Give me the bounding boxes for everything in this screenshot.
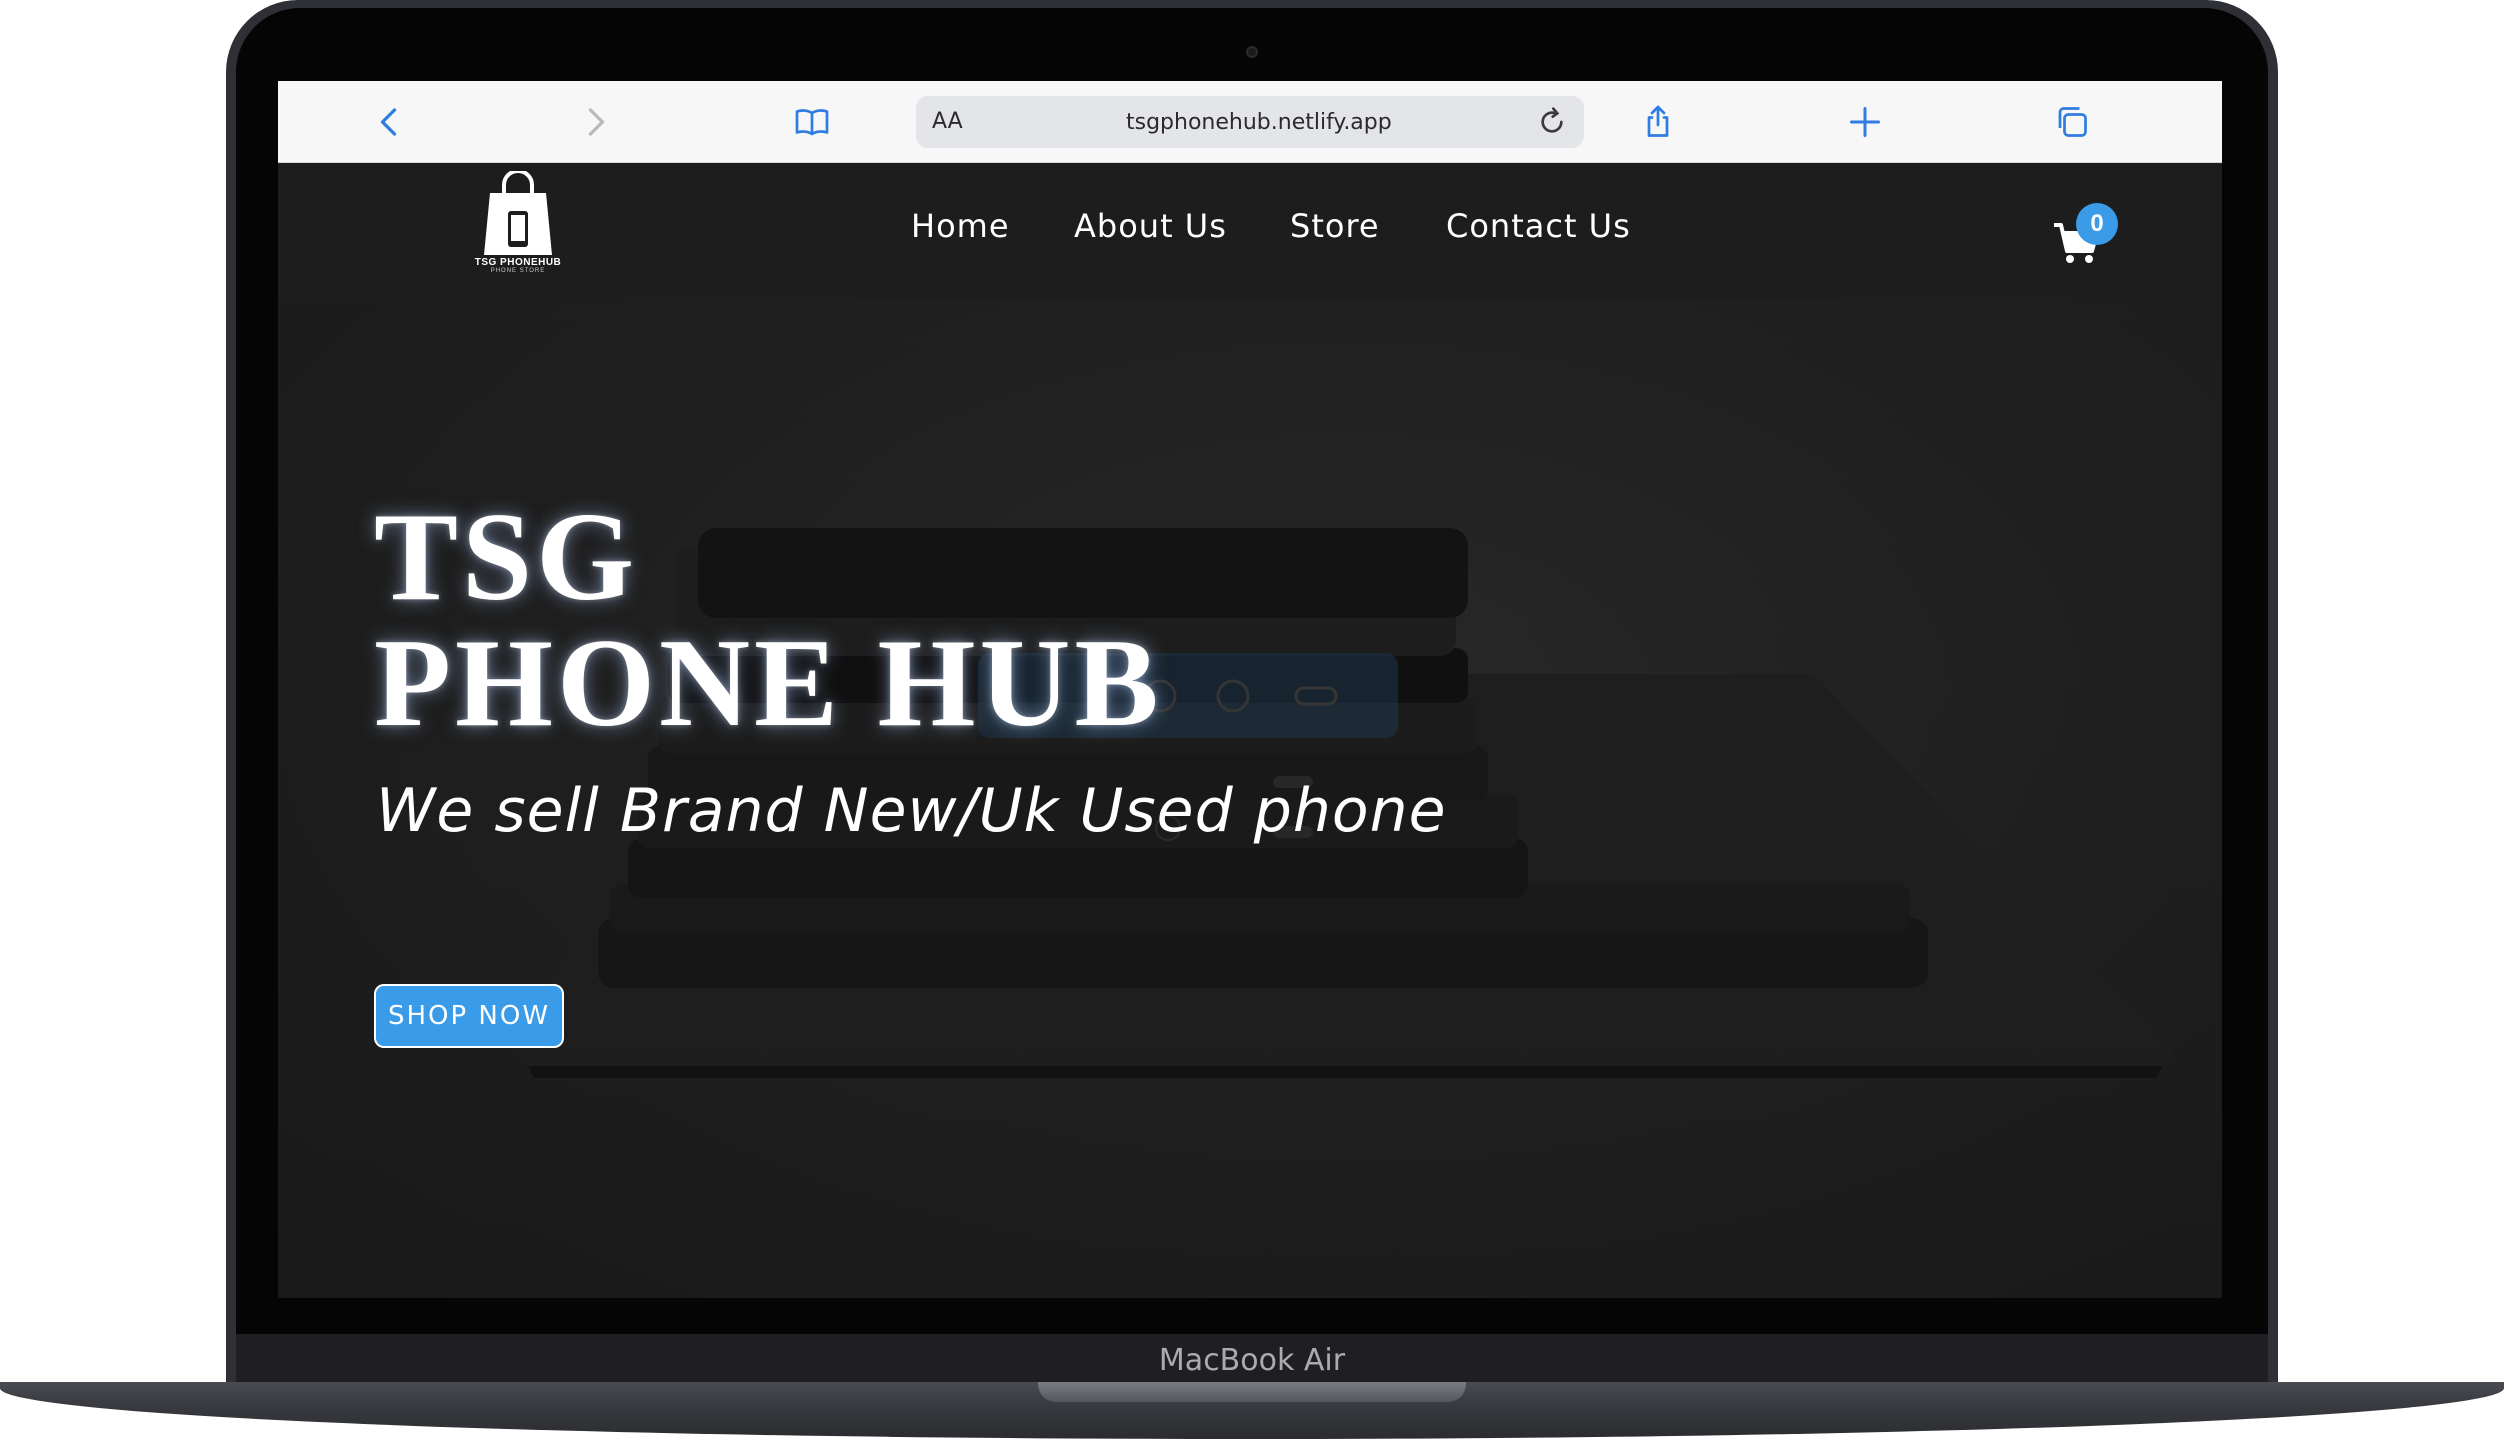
reader-aa-button[interactable]: AA (932, 96, 963, 148)
chevron-left-icon[interactable] (369, 101, 411, 143)
share-icon[interactable] (1637, 101, 1679, 143)
plus-icon[interactable] (1844, 101, 1886, 143)
url-text: tsgphonehub.netlify.app (1126, 109, 1392, 135)
nav-store[interactable]: Store (1290, 207, 1380, 245)
tabs-icon[interactable] (2051, 101, 2093, 143)
nav-home[interactable]: Home (911, 207, 1010, 245)
hero-title-line1: TSG (374, 488, 639, 627)
device-label: MacBook Air (1158, 1343, 1346, 1378)
hero-title-line2: PHONE HUB (374, 614, 1163, 753)
shop-now-button[interactable]: SHOP NOW (374, 984, 564, 1048)
chevron-right-icon[interactable] (574, 101, 616, 143)
laptop-screen: AA tsgphonehub.netlify.app TSG PHONEHUB … (278, 81, 2222, 1298)
url-display[interactable]: tsgphonehub.netlify.app (1116, 96, 1392, 148)
book-icon[interactable] (791, 101, 833, 143)
nav-about-us[interactable]: About Us (1074, 207, 1227, 245)
browser-toolbar: AA tsgphonehub.netlify.app (278, 81, 2222, 163)
nav-contact-us[interactable]: Contact Us (1446, 207, 1631, 245)
reload-icon[interactable] (1536, 106, 1568, 138)
laptop-hinge-notch (1038, 1382, 1466, 1402)
camera-icon (1246, 46, 1258, 58)
site-navbar: TSG PHONEHUB PHONE STORE Home About Us S… (278, 163, 2222, 298)
address-bar[interactable]: AA tsgphonehub.netlify.app (916, 96, 1584, 148)
cart-button[interactable]: 0 (2052, 203, 2142, 273)
cart-count-badge: 0 (2076, 203, 2118, 245)
hero-section: TSG PHONE HUB We sell Brand New/Uk Used … (278, 298, 2222, 1298)
nav-links: Home About Us Store Contact Us (278, 163, 2222, 298)
hero-subtitle: We sell Brand New/Uk Used phone (376, 776, 1447, 846)
hero-title: TSG PHONE HUB (374, 495, 1163, 747)
